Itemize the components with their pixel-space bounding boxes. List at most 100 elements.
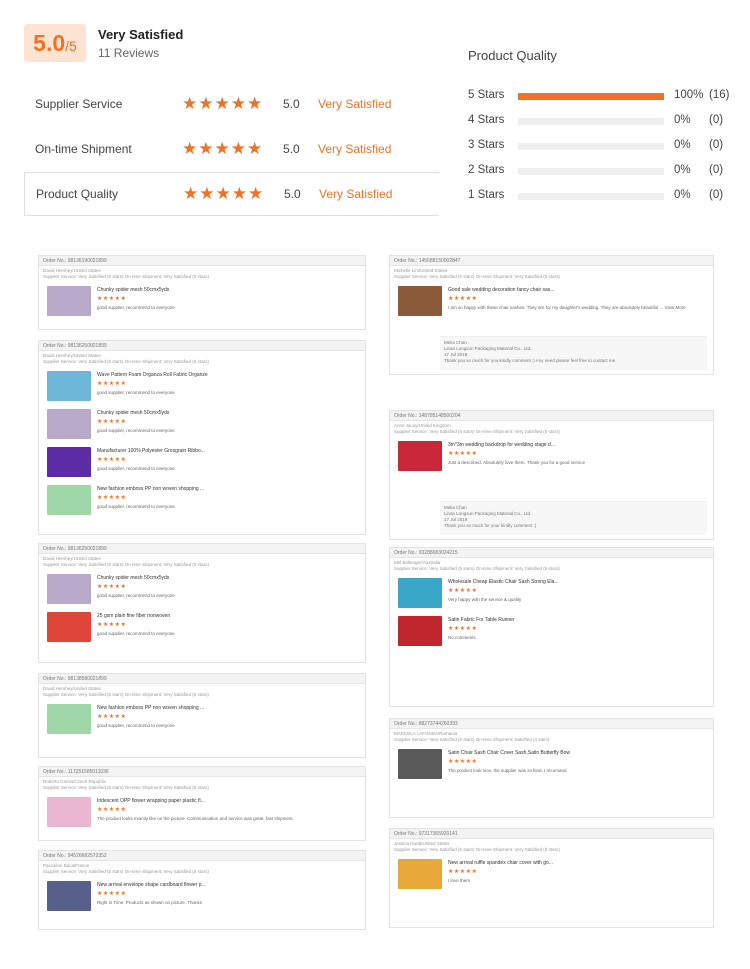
product-thumbnail[interactable] <box>398 286 442 316</box>
order-number[interactable]: Order No.: 98136250021899 <box>39 341 365 351</box>
order-number[interactable]: Order No.: 98136190021899 <box>39 256 365 266</box>
rating-text: Very Satisfied <box>318 142 392 156</box>
product-thumbnail[interactable] <box>47 797 91 827</box>
product-thumbnail[interactable] <box>398 859 442 889</box>
order-number[interactable]: Order No.: 88273744260393 <box>390 719 713 729</box>
product-name-link[interactable]: Iridescent OPP flower wrapping paper pla… <box>97 798 205 804</box>
review-stars-icon: ★★★★★ <box>448 296 478 302</box>
star-distribution-row[interactable]: 2 Stars 0% (0) <box>468 164 738 180</box>
product-name-link[interactable]: Good sale wedding decoration fancy chair… <box>448 287 554 293</box>
star-distribution-row[interactable]: 3 Stars 0% (0) <box>468 139 738 155</box>
product-name-link[interactable]: New fashion emboss PP non woven shopping… <box>97 705 204 711</box>
star-level-label: 1 Stars <box>468 189 505 201</box>
review-comment: Just a described. Absolutely love them. … <box>448 460 585 465</box>
review-comment: No comments <box>448 635 476 640</box>
product-thumbnail[interactable] <box>398 616 442 646</box>
rating-value: 5.0 <box>284 187 301 201</box>
order-number[interactable]: Order No.: 117251585011036 <box>39 767 365 777</box>
review-item: New fashion emboss PP non woven shopping… <box>39 700 365 738</box>
review-comment: Very happy with the service & quality <box>448 597 522 602</box>
review-stars-icon: ★★★★★ <box>448 759 478 765</box>
review-stars-icon: ★★★★★ <box>448 626 478 632</box>
review-stars-icon: ★★★★★ <box>448 588 478 594</box>
order-number[interactable]: Order No.: 98138580021899 <box>39 674 365 684</box>
star-distribution-row[interactable]: 5 Stars 100% (16) <box>468 89 738 105</box>
review-stars-icon: ★★★★★ <box>448 869 478 875</box>
product-thumbnail[interactable] <box>47 286 91 316</box>
order-ratings-meta: Supplier Service: Very Satisfied (5 star… <box>394 429 560 434</box>
order-ratings-meta: Supplier Service: Very Satisfied (5 star… <box>43 562 209 567</box>
product-name-link[interactable]: Chunky spider mesh 50cmx5yds <box>97 575 169 581</box>
rating-label: Product Quality <box>36 187 119 201</box>
product-name-link[interactable]: Wave Pattern Foam Organza Roll Fabric Or… <box>97 372 208 378</box>
review-comment: good supplier, recommend to everyone <box>97 593 175 598</box>
product-name-link[interactable]: Chunky spider mesh 50cmx5yds <box>97 410 169 416</box>
star-distribution-bar <box>518 93 664 100</box>
rating-text: Very Satisfied <box>319 187 393 201</box>
product-thumbnail[interactable] <box>47 574 91 604</box>
product-thumbnail[interactable] <box>398 749 442 779</box>
review-count: 11 Reviews <box>98 46 160 60</box>
product-name-link[interactable]: New fashion emboss PP non woven shopping… <box>97 486 204 492</box>
rating-row-product-quality[interactable]: Product Quality ★★★★★ 5.0 Very Satisfied <box>24 172 439 216</box>
rating-label: Supplier Service <box>35 97 123 111</box>
reply-text: Thank you so much for your kindly commen… <box>444 523 537 528</box>
product-thumbnail[interactable] <box>47 612 91 642</box>
star-level-label: 3 Stars <box>468 139 505 151</box>
review-item: 3m*3m wedding backdrop for wedding stage… <box>390 437 713 475</box>
product-name-link[interactable]: Satin Fabric For Table Runner <box>448 617 515 623</box>
order-ratings-meta: Supplier Service: Very Satisfied (5 star… <box>43 692 209 697</box>
order-ratings-meta: Supplier Service: Very Satisfied (5 star… <box>394 566 560 571</box>
order-number[interactable]: Order No.: 94526682572352 <box>39 851 365 861</box>
product-thumbnail[interactable] <box>47 881 91 911</box>
order-number[interactable]: Order No.: 97317365920141 <box>390 829 713 839</box>
order-ratings-meta: Supplier Service: Very Satisfied (5 star… <box>43 274 209 279</box>
review-comment: good supplier, recommend to everyone <box>97 428 175 433</box>
order-number[interactable]: Order No.: 93288083024215 <box>390 548 713 558</box>
product-thumbnail[interactable] <box>398 578 442 608</box>
product-thumbnail[interactable] <box>47 409 91 439</box>
product-thumbnail[interactable] <box>47 704 91 734</box>
order-number[interactable]: Order No.: 98136250021899 <box>39 544 365 554</box>
product-name-link[interactable]: New arrival envelope shape cardboard flo… <box>97 882 206 888</box>
product-thumbnail[interactable] <box>47 447 91 477</box>
order-ratings-meta: Supplier Service: Very Satisfied (5 star… <box>43 869 209 874</box>
product-thumbnail[interactable] <box>47 371 91 401</box>
rating-row-supplier-service[interactable]: Supplier Service ★★★★★ 5.0 Very Satisfie… <box>24 82 439 126</box>
star-distribution-row[interactable]: 1 Stars 0% (0) <box>468 189 738 205</box>
star-count: (0) <box>709 114 724 126</box>
review-stars-icon: ★★★★★ <box>97 891 127 897</box>
star-distribution-fill <box>518 93 664 100</box>
reply-text: Thank you so much for you kindly comment… <box>444 358 616 363</box>
product-thumbnail[interactable] <box>47 485 91 515</box>
review-item: Good sale wedding decoration fancy chair… <box>390 282 713 320</box>
review-card: Order No.: 98138580021899 David Hershey/U… <box>38 673 366 758</box>
star-distribution-bar <box>518 118 664 125</box>
review-stars-icon: ★★★★★ <box>97 419 127 425</box>
product-name-link[interactable]: Wholesale Cheap Elastic Chair Sash Stron… <box>448 579 559 585</box>
review-comment: good supplier, recommend to everyone <box>97 390 175 395</box>
rating-row-ontime-shipment[interactable]: On-time Shipment ★★★★★ 5.0 Very Satisfie… <box>24 127 439 171</box>
product-thumbnail[interactable] <box>398 441 442 471</box>
star-distribution-bar <box>518 143 664 150</box>
overall-score-badge: 5.0 /5 <box>24 24 86 62</box>
product-name-link[interactable]: 25 gsm plain fine fiber nonwoven <box>97 613 170 619</box>
star-level-label: 4 Stars <box>468 114 505 126</box>
order-number[interactable]: Order No.: 148785148500204 <box>390 411 713 421</box>
review-card: Order No.: 145688150002847 Michelle Lim/U… <box>389 255 714 375</box>
product-name-link[interactable]: 3m*3m wedding backdrop for wedding stage… <box>448 442 555 448</box>
star-distribution-bar <box>518 168 664 175</box>
rating-stars-icon: ★★★★★ <box>182 94 264 113</box>
review-item: 25 gsm plain fine fiber nonwoven ★★★★★ goo… <box>39 608 365 646</box>
review-item: New arrival envelope shape cardboard flo… <box>39 877 365 915</box>
product-name-link[interactable]: Chunky spider mesh 50cmx5yds <box>97 287 169 293</box>
review-card: Order No.: 98136190021899 David Hershey/U… <box>38 255 366 330</box>
order-ratings-meta: Supplier Service: Very Satisfied (5 star… <box>43 359 209 364</box>
star-distribution-row[interactable]: 4 Stars 0% (0) <box>468 114 738 130</box>
review-comment: good supplier, recommend to everyone <box>97 305 175 310</box>
order-number[interactable]: Order No.: 145688150002847 <box>390 256 713 266</box>
product-name-link[interactable]: New arrival ruffle spandex chair cover w… <box>448 860 553 866</box>
product-name-link[interactable]: Satin Chair Sash Chair Cover Sash,Satin … <box>448 750 570 756</box>
product-name-link[interactable]: Manufacturer 100% Polyester Grosgrain Ri… <box>97 448 205 454</box>
star-level-label: 5 Stars <box>468 89 505 101</box>
